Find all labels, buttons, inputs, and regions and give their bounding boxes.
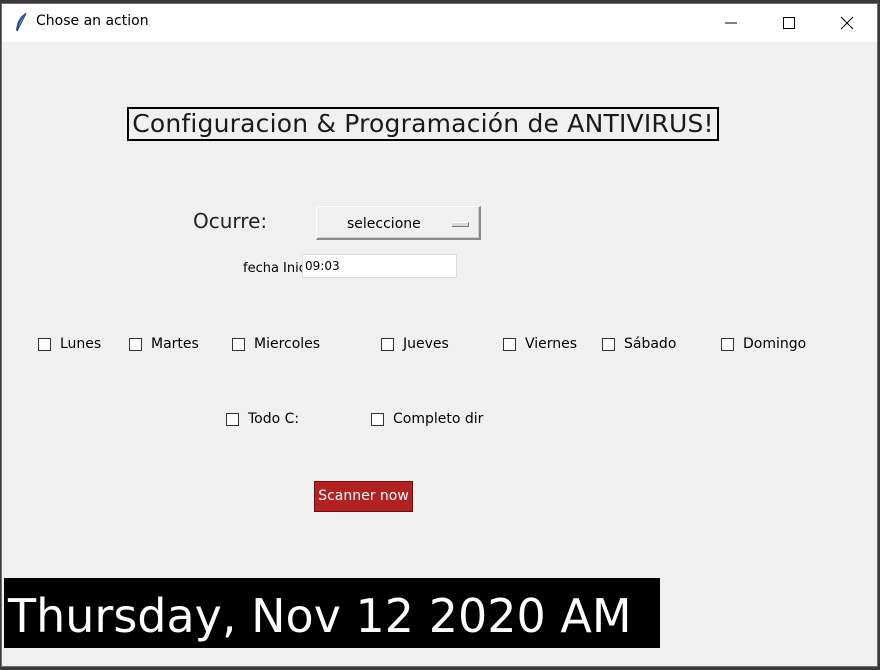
checkbox-box[interactable] [721, 337, 734, 351]
day-checkbox-domingo[interactable]: Domingo [721, 336, 806, 352]
date-clock-display: Thursday, Nov 12 2020 AM [4, 578, 660, 648]
dropdown-indicator-icon [452, 222, 469, 227]
fecha-input[interactable] [302, 254, 457, 278]
day-label: Sábado [624, 336, 677, 352]
day-label: Miercoles [254, 336, 321, 352]
checkbox-box[interactable] [602, 337, 615, 351]
close-icon [840, 16, 854, 30]
checkbox-box[interactable] [226, 412, 239, 426]
ocurre-label: Ocurre: [193, 209, 268, 233]
checkbox-box[interactable] [381, 337, 394, 351]
scope-label: Todo C: [248, 411, 300, 427]
checkbox-box[interactable] [38, 337, 51, 351]
ocurre-select[interactable]: seleccione [316, 206, 481, 240]
checkbox-box[interactable] [503, 337, 516, 351]
day-checkbox-viernes[interactable]: Viernes [503, 336, 577, 352]
app-window: Chose an action Configuracion & Programa… [1, 3, 878, 667]
checkbox-box[interactable] [371, 412, 384, 426]
scope-checkbox-todo-c[interactable]: Todo C: [226, 411, 299, 427]
day-checkbox-jueves[interactable]: Jueves [381, 336, 449, 352]
scan-now-button[interactable]: Scanner now [314, 481, 413, 512]
checkbox-box[interactable] [129, 337, 142, 351]
day-checkbox-martes[interactable]: Martes [129, 336, 199, 352]
feather-icon [14, 12, 28, 32]
day-label: Martes [151, 336, 199, 352]
fecha-label: fecha Inicio [243, 261, 303, 276]
day-label: Lunes [60, 336, 102, 352]
title-bar[interactable]: Chose an action [2, 4, 877, 42]
page-title: Configuracion & Programación de ANTIVIRU… [127, 107, 719, 141]
day-checkbox-miercoles[interactable]: Miercoles [232, 336, 320, 352]
close-button[interactable] [818, 4, 876, 42]
window-title: Chose an action [36, 13, 149, 29]
minimize-icon [725, 22, 737, 24]
scope-label: Completo dir [393, 411, 484, 427]
day-label: Jueves [403, 336, 449, 352]
day-checkbox-lunes[interactable]: Lunes [38, 336, 101, 352]
checkbox-box[interactable] [232, 337, 245, 351]
maximize-button[interactable] [760, 4, 818, 42]
scope-checkbox-completo-dir[interactable]: Completo dir [371, 411, 483, 427]
minimize-button[interactable] [702, 4, 760, 42]
day-label: Viernes [525, 336, 578, 352]
day-label: Domingo [743, 336, 807, 352]
day-checkbox-sabado[interactable]: Sábado [602, 336, 676, 352]
maximize-icon [783, 17, 795, 29]
ocurre-selected-value: seleccione [347, 216, 421, 232]
